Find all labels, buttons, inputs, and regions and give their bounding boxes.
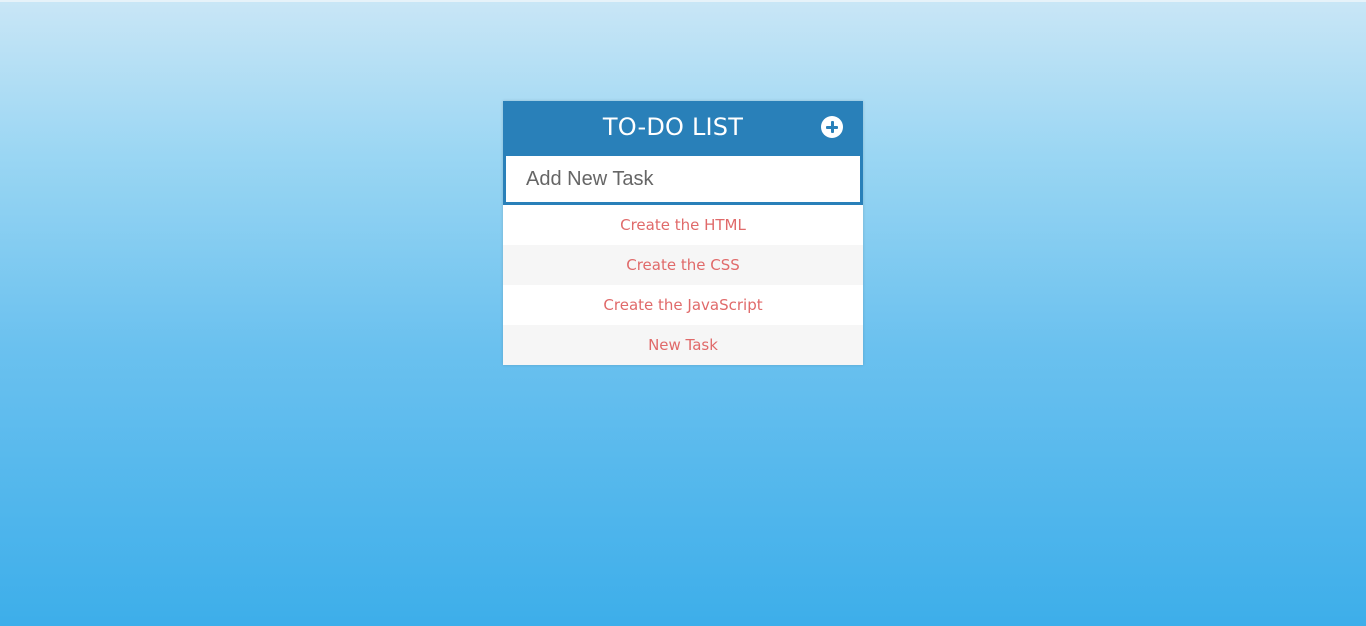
new-task-input[interactable]: [506, 156, 860, 202]
top-border: [0, 0, 1366, 2]
task-item[interactable]: Create the JavaScript: [503, 285, 863, 325]
todo-card: TO-DO LIST Create the HTML Create the CS…: [503, 101, 863, 365]
task-item[interactable]: New Task: [503, 325, 863, 365]
plus-circle-icon[interactable]: [821, 116, 843, 138]
task-list: Create the HTML Create the CSS Create th…: [503, 205, 863, 365]
page-title: TO-DO LIST: [602, 113, 744, 141]
new-task-field-container: [503, 153, 863, 205]
task-item[interactable]: Create the CSS: [503, 245, 863, 285]
todo-header: TO-DO LIST: [503, 101, 863, 153]
task-item[interactable]: Create the HTML: [503, 205, 863, 245]
